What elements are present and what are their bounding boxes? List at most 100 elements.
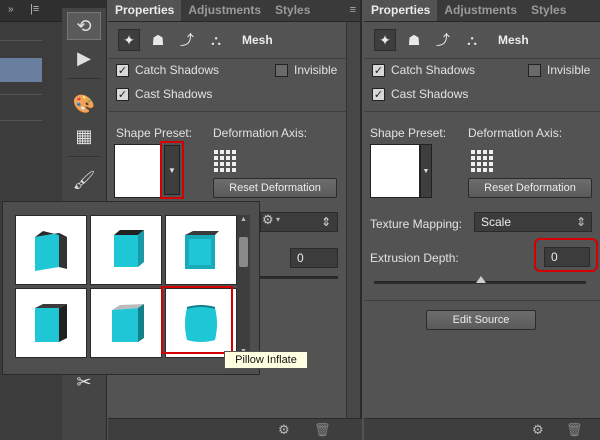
pillow-inflate-highlight [161, 286, 233, 354]
catch-shadows-label: Catch Shadows [135, 63, 220, 77]
panel-header: » |≡ [0, 0, 62, 22]
coordinates-icon[interactable]: ⛬ [205, 29, 227, 51]
invisible-row[interactable]: Invisible [275, 63, 337, 77]
tab-styles[interactable]: Styles [524, 0, 573, 21]
tab-styles[interactable]: Styles [268, 0, 317, 21]
cap-icon[interactable]: ⤴ [432, 29, 454, 51]
catch-shadows-checkbox[interactable]: ✓ [372, 63, 385, 77]
cast-shadows-label: Cast Shadows [391, 87, 469, 101]
cast-shadows-row[interactable]: ✓ Cast Shadows [372, 87, 468, 101]
preset-cube-1[interactable] [15, 215, 87, 285]
catch-shadows-row[interactable]: ✓ Catch Shadows [372, 63, 475, 77]
shape-preset-swatch[interactable] [370, 144, 420, 198]
divider [364, 58, 600, 59]
scroll-up-icon[interactable]: ▲ [240, 216, 247, 223]
panel-footer: ⚙ 🗑 [108, 418, 362, 440]
deformation-axis-label: Deformation Axis: [468, 126, 563, 140]
popup-scroll-thumb[interactable] [239, 237, 248, 267]
tab-adjustments[interactable]: Adjustments [437, 0, 524, 21]
tab-bar: Properties Adjustments Styles ≡ [108, 0, 360, 22]
reset-deformation-button[interactable]: Reset Deformation [468, 178, 592, 198]
gear-icon[interactable]: ⚙ [532, 422, 544, 438]
preset-cube-5[interactable] [90, 288, 162, 358]
cap-icon[interactable]: ⤴ [176, 29, 198, 51]
tool-column-header [62, 0, 107, 8]
mode-bar: ✦ ☗ ⤴ ⛬ Mesh [364, 22, 600, 58]
preset-cube-3[interactable] [165, 215, 237, 285]
shape-preset-label: Shape Preset: [370, 126, 447, 140]
extrusion-depth-slider-thumb[interactable] [476, 276, 486, 283]
cast-shadows-checkbox[interactable]: ✓ [372, 87, 385, 101]
shape-preset-label: Shape Preset: [116, 126, 193, 140]
brush-icon[interactable]: 🖌 [67, 166, 101, 194]
divider [364, 111, 600, 112]
mode-bar: ✦ ☗ ⤴ ⛬ Mesh [108, 22, 360, 58]
select-arrows-icon: ⇕ [575, 215, 586, 229]
mode-label: Mesh [242, 33, 273, 47]
reset-deformation-button[interactable]: Reset Deformation [213, 178, 337, 198]
divider [67, 156, 101, 157]
shape-preset-dropdown-button[interactable]: ▼ [420, 144, 432, 198]
edit-source-button[interactable]: Edit Source [426, 310, 536, 330]
cast-shadows-checkbox[interactable]: ✓ [116, 87, 129, 101]
invisible-checkbox[interactable] [528, 63, 541, 77]
tab-properties[interactable]: Properties [364, 0, 438, 21]
scrollbar[interactable] [346, 22, 360, 418]
catch-shadows-checkbox[interactable]: ✓ [116, 63, 129, 77]
collapse-icon[interactable]: » [8, 4, 14, 15]
preset-cube-2[interactable] [90, 215, 162, 285]
history-icon[interactable]: ⟲ [67, 12, 101, 40]
divider [0, 40, 42, 41]
tab-adjustments[interactable]: Adjustments [181, 0, 268, 21]
panel-menu-icon[interactable]: ≡ [350, 4, 356, 16]
extrusion-depth-field[interactable]: 0 [290, 248, 338, 268]
shape-preset-dropdown-button[interactable]: ▼ [164, 145, 180, 195]
deformation-axis-label: Deformation Axis: [213, 126, 308, 140]
invisible-label: Invisible [547, 63, 591, 77]
tab-bar: Properties Adjustments Styles [364, 0, 600, 22]
preset-cube-4[interactable] [15, 288, 87, 358]
divider [67, 78, 101, 79]
play-icon[interactable]: ▶ [67, 44, 101, 72]
deformation-axis-icon[interactable] [471, 150, 493, 172]
texture-mapping-label: Texture Mapping: [370, 217, 463, 231]
cast-shadows-label: Cast Shadows [135, 87, 213, 101]
extrusion-depth-label: Extrusion Depth: [370, 251, 459, 265]
gear-icon[interactable]: ⚙ [278, 422, 290, 438]
mesh-star-icon[interactable]: ✦ [118, 29, 140, 51]
divider [108, 58, 360, 59]
selected-layer-strip[interactable] [0, 58, 42, 82]
palette-icon[interactable]: 🎨 [67, 90, 101, 118]
extrusion-depth-field[interactable]: 0 [544, 247, 590, 267]
catch-shadows-label: Catch Shadows [391, 63, 476, 77]
mesh-star-icon[interactable]: ✦ [374, 29, 396, 51]
swatches-icon[interactable]: ▦ [67, 122, 101, 150]
gear-icon[interactable]: ⚙ [262, 212, 274, 228]
cast-shadows-row[interactable]: ✓ Cast Shadows [116, 87, 212, 101]
deformation-axis-icon[interactable] [214, 150, 236, 172]
invisible-label: Invisible [294, 63, 338, 77]
catch-shadows-row[interactable]: ✓ Catch Shadows [116, 63, 219, 77]
invisible-checkbox[interactable] [275, 63, 288, 77]
panel-footer: ⚙ 🗑 [364, 418, 600, 440]
divider [0, 94, 42, 95]
extrusion-slider-fragment[interactable] [260, 276, 338, 279]
tab-properties[interactable]: Properties [108, 0, 182, 21]
preset-tooltip: Pillow Inflate [224, 351, 308, 369]
trash-icon[interactable]: 🗑 [314, 422, 331, 438]
divider [364, 300, 600, 301]
trash-icon[interactable]: 🗑 [566, 422, 583, 438]
deform-icon[interactable]: ☗ [403, 29, 425, 51]
divider [108, 111, 346, 112]
shape-preset-swatch[interactable] [114, 144, 162, 198]
deform-icon[interactable]: ☗ [147, 29, 169, 51]
panel-menu-icon[interactable]: |≡ [30, 3, 39, 15]
invisible-row[interactable]: Invisible [528, 63, 590, 77]
divider [0, 120, 42, 121]
coordinates-icon[interactable]: ⛬ [461, 29, 483, 51]
properties-panel-right: Properties Adjustments Styles ✦ ☗ ⤴ ⛬ Me… [364, 0, 600, 440]
mode-label: Mesh [498, 33, 529, 47]
texture-mapping-value: Scale [481, 215, 512, 229]
texture-mapping-select[interactable]: Scale ⇕ [474, 212, 592, 232]
chevron-down-icon[interactable]: ▾ [276, 215, 280, 224]
